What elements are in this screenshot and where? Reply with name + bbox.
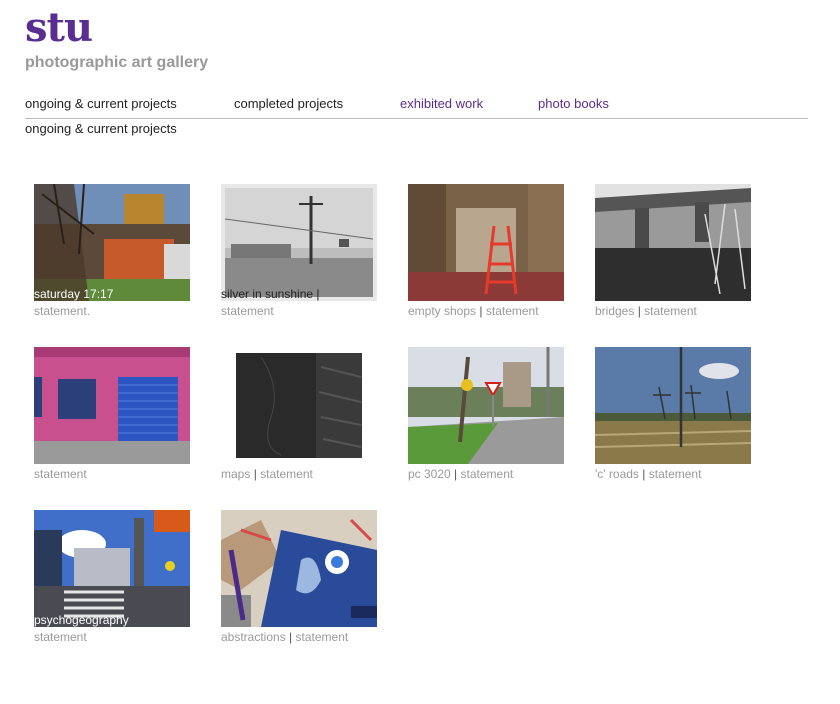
nav-photo-books[interactable]: photo books: [538, 96, 609, 111]
title-link[interactable]: bridges: [595, 304, 634, 318]
gallery-item: bridges | statement: [595, 184, 765, 318]
gallery-thumbnail[interactable]: [595, 184, 751, 301]
current-section-title: ongoing & current projects: [25, 121, 177, 136]
thumbnail-overlay-text: psychogeography: [34, 613, 129, 627]
thumbnail-overlay-text: saturday 17:17: [34, 287, 114, 301]
title-link[interactable]: pc 3020: [408, 467, 451, 481]
gallery-caption: pc 3020 | statement: [408, 467, 578, 481]
statement-link[interactable]: statement: [461, 467, 514, 481]
gallery-caption: 'c' roads | statement: [595, 467, 765, 481]
gallery-thumbnail[interactable]: [34, 347, 190, 464]
gallery-thumbnail[interactable]: [408, 347, 564, 464]
gallery-item: silver in sunshine | statement: [221, 184, 391, 318]
statement-link[interactable]: statement.: [34, 304, 90, 318]
caption-separator: |: [642, 467, 646, 481]
caption-separator: |: [454, 467, 458, 481]
gallery-caption: statement: [34, 630, 204, 644]
gallery-caption: abstractions | statement: [221, 630, 391, 644]
gallery-caption: statement: [34, 467, 204, 481]
gallery-caption: bridges | statement: [595, 304, 765, 318]
gallery-item: abstractions | statement: [221, 510, 391, 644]
gallery-thumbnail[interactable]: [221, 347, 377, 464]
gallery-thumbnail[interactable]: silver in sunshine |: [221, 184, 377, 301]
statement-link[interactable]: statement: [34, 467, 87, 481]
gallery-item: psychogeography statement: [34, 510, 204, 644]
site-logo[interactable]: stu: [25, 4, 93, 51]
nav-ongoing-projects[interactable]: ongoing & current projects: [25, 96, 177, 111]
gallery-thumbnail[interactable]: psychogeography: [34, 510, 190, 627]
gallery-thumbnail[interactable]: [221, 510, 377, 627]
title-link[interactable]: empty shops: [408, 304, 476, 318]
gallery-thumbnail[interactable]: [408, 184, 564, 301]
title-link[interactable]: maps: [221, 467, 250, 481]
gallery-item: empty shops | statement: [408, 184, 578, 318]
gallery-item: saturday 17:17 statement.: [34, 184, 204, 318]
statement-link[interactable]: statement: [296, 630, 349, 644]
thumbnail-overlay-text: silver in sunshine |: [221, 287, 320, 301]
statement-link[interactable]: statement: [221, 304, 274, 318]
statement-link[interactable]: statement: [644, 304, 697, 318]
gallery-caption: empty shops | statement: [408, 304, 578, 318]
gallery-thumbnail[interactable]: saturday 17:17: [34, 184, 190, 301]
gallery-item: maps | statement: [221, 347, 391, 481]
title-link[interactable]: 'c' roads: [595, 467, 639, 481]
gallery-caption: maps | statement: [221, 467, 391, 481]
gallery-thumbnail[interactable]: [595, 347, 751, 464]
nav-completed-projects[interactable]: completed projects: [234, 96, 343, 111]
gallery-caption: statement: [221, 304, 391, 318]
caption-separator: |: [289, 630, 293, 644]
caption-separator: |: [479, 304, 483, 318]
caption-separator: |: [253, 467, 257, 481]
site-tagline: photographic art gallery: [25, 54, 209, 71]
gallery-item: pc 3020 | statement: [408, 347, 578, 481]
statement-link[interactable]: statement: [260, 467, 313, 481]
main-nav: ongoing & current projects completed pro…: [25, 94, 808, 119]
gallery-item: 'c' roads | statement: [595, 347, 765, 481]
statement-link[interactable]: statement: [34, 630, 87, 644]
gallery-item: statement: [34, 347, 204, 481]
statement-link[interactable]: statement: [649, 467, 702, 481]
nav-exhibited-work[interactable]: exhibited work: [400, 96, 483, 111]
title-link[interactable]: abstractions: [221, 630, 286, 644]
caption-separator: |: [637, 304, 641, 318]
statement-link[interactable]: statement: [486, 304, 539, 318]
gallery-caption: statement.: [34, 304, 204, 318]
